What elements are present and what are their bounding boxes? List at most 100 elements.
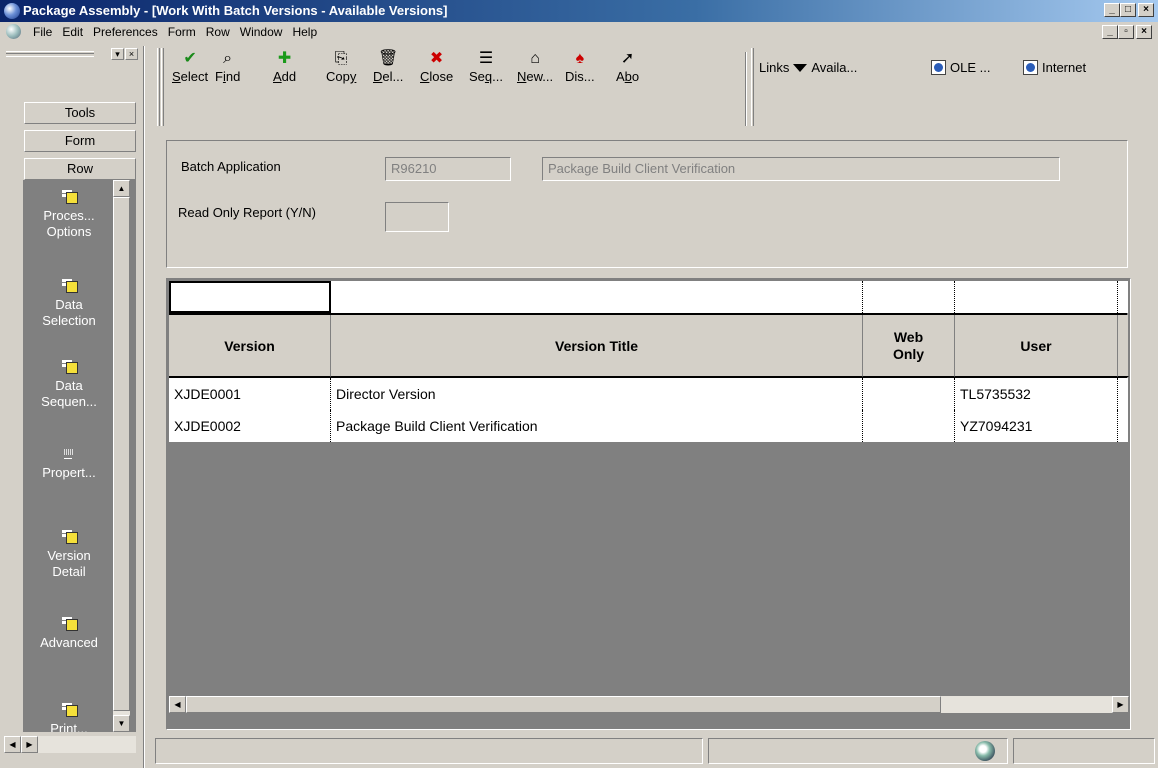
- qbe-version-input[interactable]: [169, 281, 331, 313]
- exit-doc-icon: [61, 703, 78, 717]
- minimize-button[interactable]: _: [1104, 3, 1120, 17]
- cell-version[interactable]: XJDE0002: [169, 410, 331, 442]
- status-bar: [155, 738, 1155, 764]
- checkmark-icon: ✔: [183, 50, 197, 67]
- child-restore-button[interactable]: ▫: [1118, 25, 1134, 39]
- row-button[interactable]: Row: [24, 158, 136, 180]
- table-row[interactable]: XJDE0001 Director Version TL5735532: [169, 378, 1128, 410]
- ole-link[interactable]: OLE ...: [931, 60, 990, 75]
- menu-preferences[interactable]: Preferences: [88, 25, 163, 39]
- exit-properties[interactable]: Propert...: [23, 447, 115, 481]
- delete-button[interactable]: 🗑 Del...: [373, 50, 403, 84]
- delete-icon: 🗑: [378, 50, 399, 67]
- scroll-right-icon[interactable]: ▶: [1112, 696, 1129, 713]
- internet-label: Internet: [1042, 60, 1087, 75]
- exit-label: Print...: [50, 721, 88, 732]
- exit-data-selection[interactable]: Data Selection: [23, 279, 115, 329]
- exit-bar-splitter[interactable]: [143, 46, 145, 768]
- copy-button[interactable]: ⎘ Copy: [326, 50, 356, 84]
- scroll-left-icon[interactable]: ◀: [169, 696, 186, 713]
- cell-web-only[interactable]: [863, 378, 955, 410]
- close-window-button[interactable]: ×: [1138, 3, 1154, 17]
- versions-grid: Version Version Title Web Only User XJDE…: [166, 278, 1131, 730]
- exit-label: Data Selection: [42, 297, 96, 328]
- about-icon: ➚: [620, 50, 635, 67]
- document-globe-icon[interactable]: [6, 24, 21, 39]
- exit-bar-horizontal-scrollbar[interactable]: ◀ ▶: [4, 736, 136, 753]
- qbe-title-input[interactable]: [331, 281, 863, 313]
- menu-edit[interactable]: Edit: [57, 25, 88, 39]
- qbe-web-only-input[interactable]: [863, 281, 955, 313]
- qbe-user-input[interactable]: [955, 281, 1118, 313]
- exit-bar-close-icon[interactable]: ×: [125, 48, 138, 60]
- column-header-version[interactable]: Version: [169, 315, 331, 377]
- exit-doc-icon: [61, 190, 78, 204]
- sequence-icon: ☰: [478, 50, 494, 67]
- form-button[interactable]: Form: [24, 130, 136, 152]
- read-only-report-field[interactable]: [385, 202, 449, 232]
- maximize-button[interactable]: □: [1120, 3, 1136, 17]
- grid-horizontal-scrollbar[interactable]: ◀ ▶: [169, 696, 1129, 713]
- batch-application-label: Batch Application: [181, 159, 281, 174]
- exit-label: Propert...: [42, 465, 96, 480]
- available-label: Availa...: [811, 60, 858, 75]
- cell-version[interactable]: XJDE0001: [169, 378, 331, 410]
- column-header-user[interactable]: User: [955, 315, 1118, 377]
- child-close-button[interactable]: ×: [1136, 25, 1152, 39]
- links-label: Links: [759, 60, 790, 75]
- menu-file[interactable]: File: [28, 25, 57, 39]
- cell-user[interactable]: TL5735532: [955, 378, 1118, 410]
- exit-list-vertical-scrollbar[interactable]: ▲ ▼: [113, 180, 130, 732]
- ole-globe-icon: [931, 60, 946, 75]
- column-header-web-only[interactable]: Web Only: [863, 315, 955, 377]
- cell-web-only[interactable]: [863, 410, 955, 442]
- cell-version-title[interactable]: Director Version: [331, 378, 863, 410]
- scroll-down-icon[interactable]: ▼: [113, 715, 130, 732]
- dropdown-arrow-icon: [793, 63, 808, 72]
- menu-row[interactable]: Row: [201, 25, 235, 39]
- select-button[interactable]: ✔ Select: [172, 50, 208, 84]
- window-title: Package Assembly - [Work With Batch Vers…: [23, 3, 448, 18]
- scroll-thumb[interactable]: [186, 696, 941, 713]
- new-icon: ⌂: [530, 50, 540, 67]
- column-header-version-title[interactable]: Version Title: [331, 315, 863, 377]
- scroll-right-icon[interactable]: ▶: [21, 736, 38, 753]
- close-icon: ✖: [429, 50, 444, 67]
- exit-print[interactable]: Print...: [23, 703, 115, 732]
- menu-window[interactable]: Window: [235, 25, 288, 39]
- dropdown-icon[interactable]: ▾: [111, 48, 124, 60]
- exit-doc-icon: [61, 530, 78, 544]
- batch-application-description: Package Build Client Verification: [542, 157, 1060, 181]
- table-row[interactable]: XJDE0002 Package Build Client Verificati…: [169, 410, 1128, 442]
- exit-processing-options[interactable]: Proces... Options: [23, 190, 115, 240]
- menu-form[interactable]: Form: [163, 25, 201, 39]
- sequence-button[interactable]: ☰ Seq...: [469, 50, 503, 84]
- menu-help[interactable]: Help: [287, 25, 322, 39]
- exit-advanced[interactable]: Advanced: [23, 617, 115, 651]
- exit-version-detail[interactable]: Version Detail: [23, 530, 115, 580]
- batch-application-field[interactable]: R96210: [385, 157, 511, 181]
- cell-user[interactable]: YZ7094231: [955, 410, 1118, 442]
- scroll-left-icon[interactable]: ◀: [4, 736, 21, 753]
- tools-button[interactable]: Tools: [24, 102, 136, 124]
- exit-doc-icon: [61, 279, 78, 293]
- scroll-thumb[interactable]: [113, 197, 130, 711]
- close-button[interactable]: ✖ Close: [420, 50, 453, 84]
- internet-link[interactable]: Internet: [1023, 60, 1086, 75]
- cell-version-title[interactable]: Package Build Client Verification: [331, 410, 863, 442]
- find-button[interactable]: ⌕ Find: [215, 50, 240, 84]
- about-button[interactable]: ➚ Abo: [616, 50, 639, 84]
- child-minimize-button[interactable]: _: [1102, 25, 1118, 39]
- exit-doc-icon: [61, 360, 78, 374]
- exit-data-sequencing[interactable]: Data Sequen...: [23, 360, 115, 410]
- new-button[interactable]: ⌂ New...: [517, 50, 553, 84]
- links-menu[interactable]: Links Availa...: [759, 60, 857, 75]
- add-button[interactable]: ✚ Add: [273, 50, 296, 84]
- header-form-area: Batch Application R96210 Package Build C…: [166, 140, 1128, 268]
- display-button[interactable]: ♠ Dis...: [565, 50, 595, 84]
- exit-bar-grip[interactable]: ▾ ×: [4, 48, 140, 62]
- query-by-example-row: [169, 281, 1128, 313]
- exit-doc-icon: [61, 617, 78, 631]
- exit-label: Advanced: [40, 635, 98, 650]
- scroll-up-icon[interactable]: ▲: [113, 180, 130, 197]
